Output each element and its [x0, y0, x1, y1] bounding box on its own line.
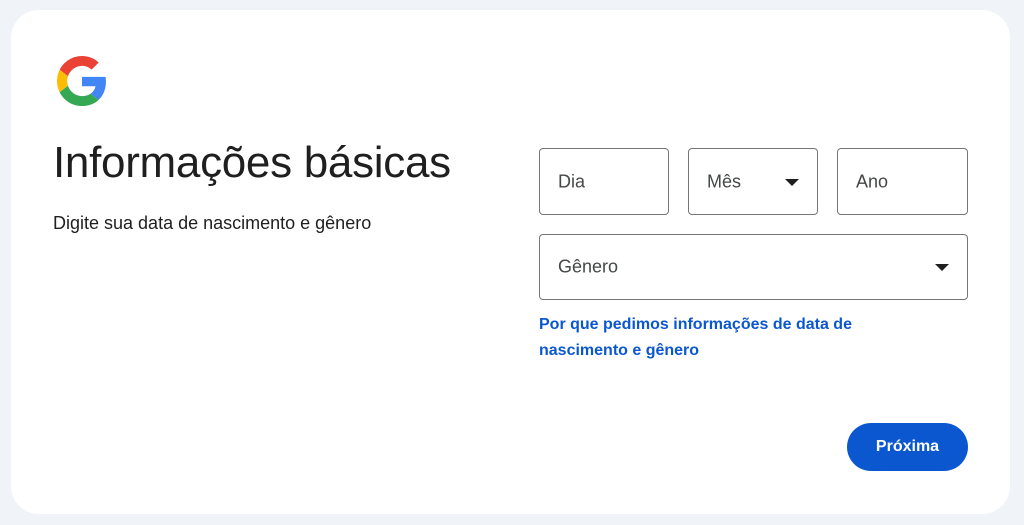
page-title: Informações básicas [53, 138, 451, 187]
signup-card: Informações básicas Digite sua data de n… [11, 10, 1010, 514]
google-g-icon [57, 56, 106, 106]
month-placeholder: Mês [707, 171, 742, 191]
page-subtitle: Digite sua data de nascimento e gênero [53, 213, 372, 233]
gender-select[interactable]: Gênero [539, 234, 968, 300]
why-birthday-gender-link[interactable]: Por que pedimos informações de data de n… [539, 312, 919, 364]
day-input[interactable]: Dia [539, 148, 669, 215]
dropdown-arrow-icon [785, 178, 799, 186]
month-select[interactable]: Mês [688, 148, 818, 215]
gender-placeholder: Gênero [558, 256, 619, 277]
day-placeholder: Dia [558, 171, 586, 191]
year-input[interactable]: Ano [837, 148, 968, 215]
dropdown-arrow-icon [935, 264, 949, 271]
next-button[interactable]: Próxima [847, 423, 968, 471]
year-placeholder: Ano [856, 171, 889, 191]
